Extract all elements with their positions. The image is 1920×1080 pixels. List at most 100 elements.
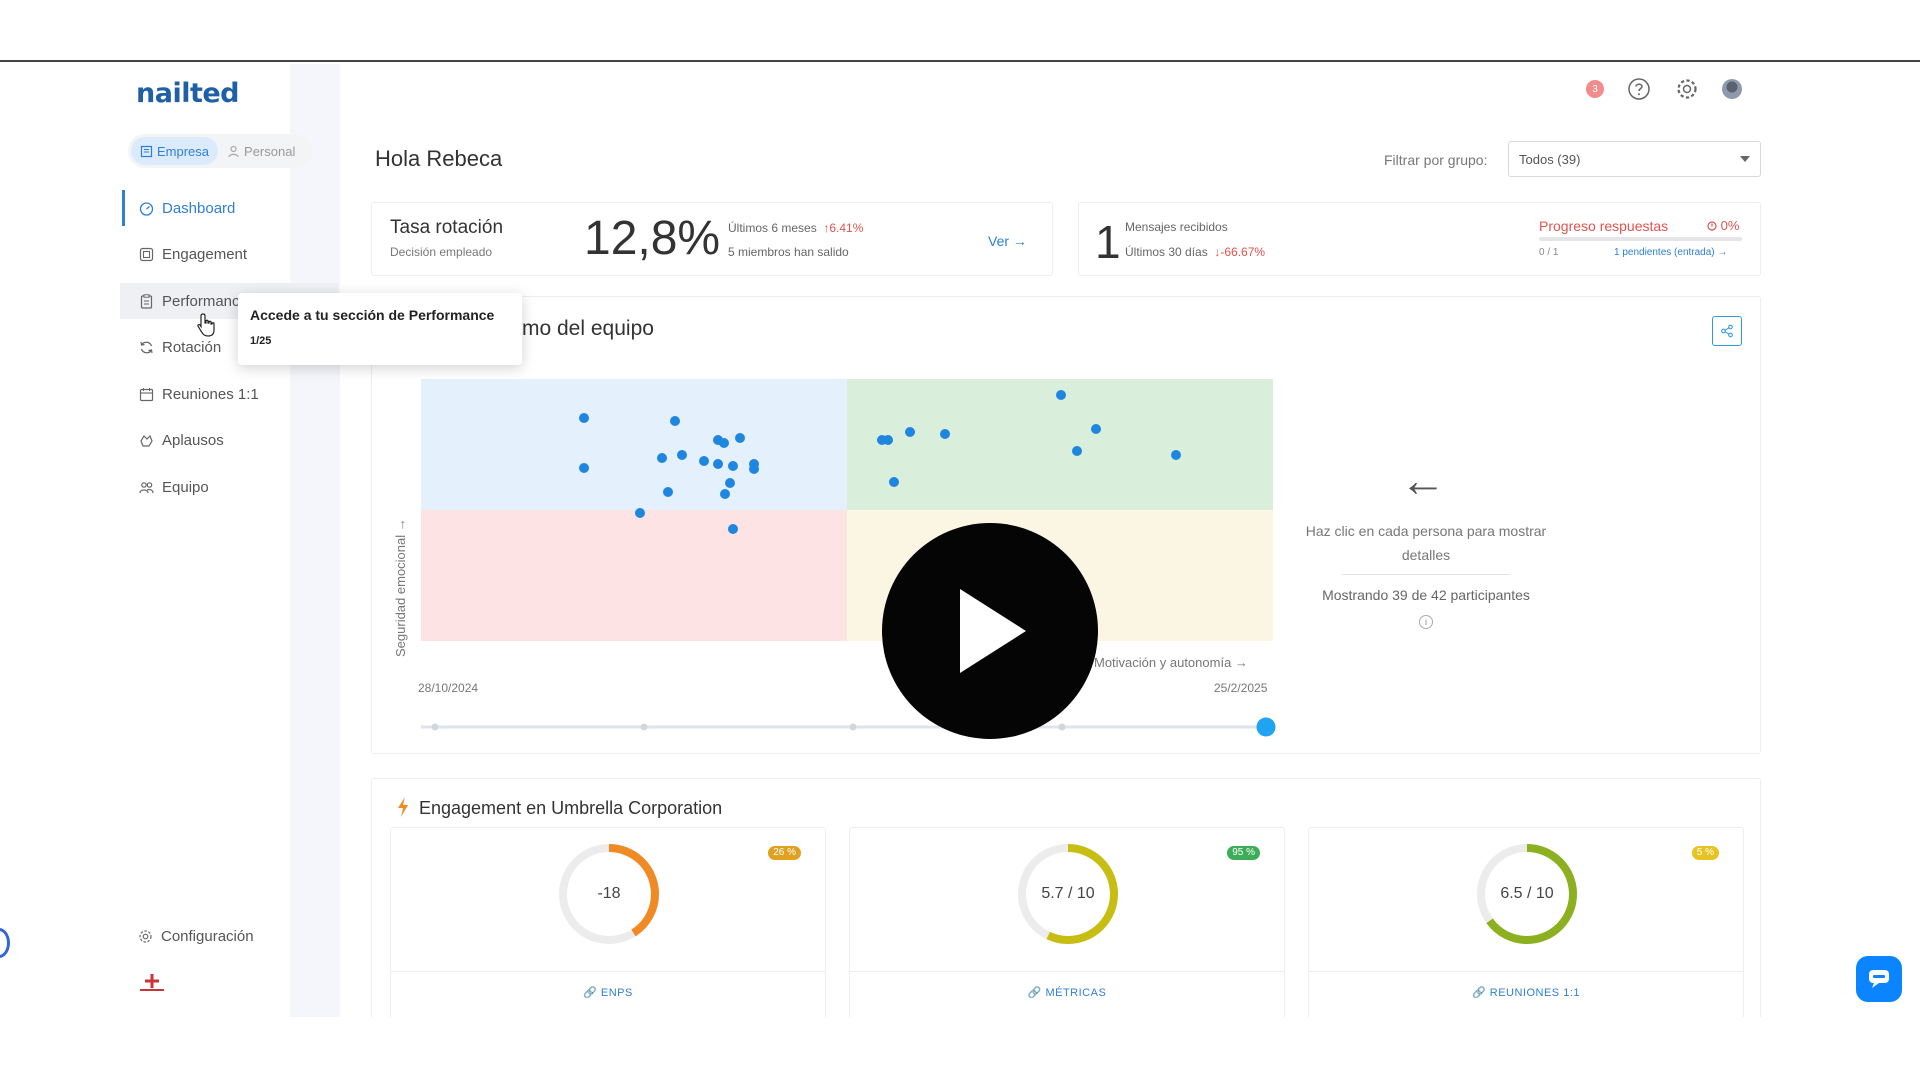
header-actions: 3	[1586, 76, 1742, 102]
metric-value: 5.7 / 10	[1041, 885, 1095, 902]
metric-value: -18	[597, 885, 621, 902]
metric-badge: 26 %	[768, 846, 801, 860]
team-member-point[interactable]	[1171, 450, 1181, 460]
x-axis-label: Motivación y autonomía →	[1094, 655, 1248, 670]
team-member-point[interactable]	[670, 416, 680, 426]
metric-meetings[interactable]: 5 % 6.5 / 10 🔗 REUNIONES 1:1	[1308, 827, 1744, 1017]
metric-link[interactable]: 🔗 ENPS	[391, 986, 825, 999]
onboarding-tooltip[interactable]: Accede a tu sección de Performance 1/25	[238, 293, 522, 365]
metric-enps[interactable]: 26 % -18 🔗 ENPS	[390, 827, 826, 1017]
hint-divider	[1342, 574, 1510, 575]
engagement-icon	[138, 247, 154, 263]
rotation-card: Tasa rotación Decisión empleado 12,8% Úl…	[371, 202, 1053, 276]
timeline-handle	[1256, 717, 1276, 737]
team-member-point[interactable]	[677, 450, 687, 460]
arrow-left-icon: ←	[1400, 454, 1446, 506]
team-member-point[interactable]	[720, 489, 730, 499]
notification-badge[interactable]: 3	[1586, 80, 1604, 98]
team-member-point[interactable]	[579, 413, 589, 423]
metric-link[interactable]: 🔗 MÉTRICAS	[850, 986, 1284, 999]
progress-title: Progreso respuestas	[1539, 218, 1669, 234]
gear-icon	[139, 930, 152, 943]
sidebar-item-applause[interactable]: Aplausos	[120, 423, 340, 459]
team-member-point[interactable]	[735, 433, 745, 443]
chat-button[interactable]	[1856, 956, 1902, 1002]
group-filter-select[interactable]: Todos (39)	[1508, 141, 1761, 177]
user-avatar[interactable]	[1722, 79, 1742, 99]
clap-icon	[138, 433, 154, 449]
app-window: nailted Empresa Personal Dashboard Engag…	[0, 64, 1920, 1017]
messages-change: ↓-66.67%	[1214, 245, 1266, 259]
sidebar-item-config[interactable]: Configuración	[138, 928, 254, 945]
company-flag-icon[interactable]	[138, 972, 166, 992]
team-member-point[interactable]	[1072, 446, 1082, 456]
y-axis-label: Seguridad emocional →	[393, 518, 408, 657]
team-member-point[interactable]	[719, 438, 729, 448]
metric-divider	[1309, 971, 1743, 972]
team-member-point[interactable]	[889, 477, 899, 487]
user-icon	[228, 145, 239, 157]
rotation-view-link[interactable]: Ver →	[988, 233, 1027, 249]
metric-divider	[391, 971, 825, 972]
team-member-point[interactable]	[728, 524, 738, 534]
bolt-icon	[397, 797, 409, 822]
page-title: Hola Rebeca	[375, 146, 503, 171]
team-member-point[interactable]	[663, 487, 673, 497]
sidebar-item-meetings[interactable]: Reuniones 1:1	[120, 376, 340, 412]
metric-divider	[850, 971, 1284, 972]
engagement-title: Engagement en Umbrella Corporation	[419, 798, 723, 818]
rotation-period-line: Últimos 6 meses ↑6.41%	[728, 221, 863, 235]
team-member-point[interactable]	[905, 427, 915, 437]
rotation-change: ↑6.41%	[823, 221, 864, 235]
metric-link-label: ENPS	[600, 987, 633, 999]
team-member-point[interactable]	[713, 459, 723, 469]
mode-personal-label: Personal	[244, 143, 296, 159]
quadrant-bottom-left	[421, 510, 847, 641]
team-member-point[interactable]	[699, 456, 709, 466]
messages-label: Mensajes recibidos	[1125, 220, 1228, 234]
rotation-title: Tasa rotación	[390, 217, 504, 238]
metric-badge: 95 %	[1227, 846, 1260, 860]
rotation-subtitle: Decisión empleado	[390, 245, 493, 259]
team-member-point[interactable]	[728, 461, 738, 471]
timeline-end-date: 25/2/2025	[1214, 681, 1268, 695]
metric-metrics[interactable]: 95 % 5.7 / 10 🔗 MÉTRICAS	[849, 827, 1285, 1017]
video-play-button[interactable]	[882, 523, 1098, 739]
sidebar-item-label: Rotación	[162, 339, 222, 356]
progress-percent: 0%	[1707, 218, 1739, 233]
timeline-tick	[1058, 723, 1066, 731]
sidebar-item-label: Equipo	[162, 478, 209, 496]
chevron-down-icon	[1740, 156, 1750, 162]
team-member-point[interactable]	[749, 464, 759, 474]
team-member-point[interactable]	[725, 478, 735, 488]
help-icon[interactable]	[1626, 76, 1652, 102]
engagement-card: Engagement en Umbrella Corporation 26 % …	[371, 778, 1761, 1017]
brand-logo[interactable]: nailted	[136, 78, 240, 109]
metric-link[interactable]: 🔗 REUNIONES 1:1	[1309, 986, 1743, 999]
hand-cursor-icon	[197, 313, 215, 337]
settings-gear-icon[interactable]	[1674, 76, 1700, 102]
sidebar-item-team[interactable]: Equipo	[120, 469, 340, 505]
sidebar-item-label: Configuración	[161, 928, 254, 945]
top-band	[0, 0, 1920, 62]
info-icon[interactable]: i	[1419, 615, 1433, 629]
link-icon: 🔗	[1027, 987, 1042, 999]
team-member-point[interactable]	[940, 429, 950, 439]
mode-company-button[interactable]: Empresa	[131, 137, 219, 165]
calendar-icon	[138, 386, 154, 402]
team-member-point[interactable]	[657, 453, 667, 463]
tooltip-title: Accede a tu sección de Performance	[250, 307, 495, 323]
team-member-point[interactable]	[883, 435, 893, 445]
sidebar-item-label: Aplausos	[162, 432, 224, 449]
sidebar-item-dashboard[interactable]: Dashboard	[120, 190, 340, 226]
team-member-point[interactable]	[579, 463, 589, 473]
mode-personal-button[interactable]: Personal	[218, 137, 304, 165]
team-member-point[interactable]	[1091, 424, 1101, 434]
sidebar-item-engagement[interactable]: Engagement	[120, 237, 340, 273]
team-member-point[interactable]	[635, 508, 645, 518]
pending-link[interactable]: 1 pendientes (entrada) →	[1614, 247, 1727, 258]
team-member-point[interactable]	[1056, 390, 1066, 400]
metric-value: 6.5 / 10	[1500, 885, 1554, 902]
metric-link-label: MÉTRICAS	[1045, 987, 1107, 999]
chat-icon	[1869, 970, 1889, 988]
